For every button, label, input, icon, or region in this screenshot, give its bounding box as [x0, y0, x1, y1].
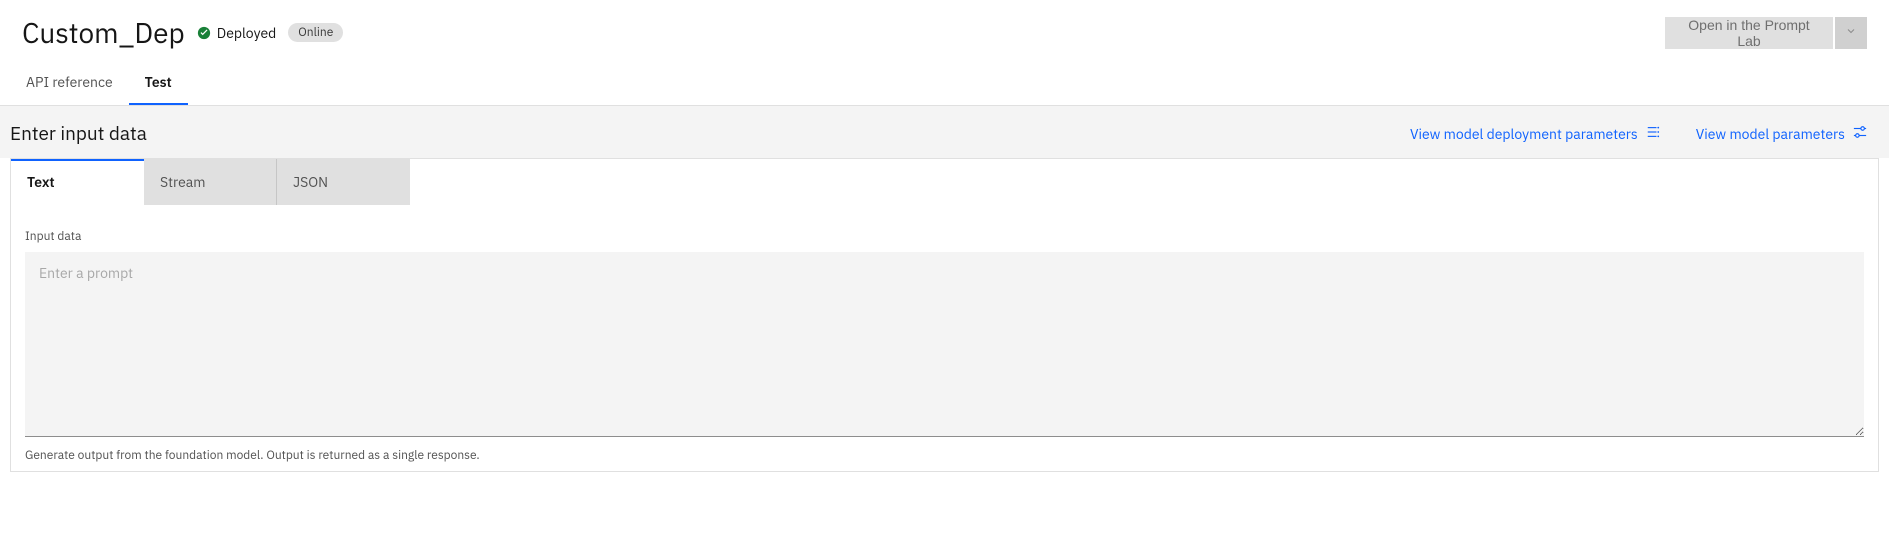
open-prompt-lab-button[interactable]: Open in the Prompt Lab: [1665, 17, 1833, 49]
header-left: Custom_Dep Deployed Online: [22, 14, 343, 51]
input-label: Input data: [25, 229, 1864, 244]
tab-api-reference[interactable]: API reference: [10, 61, 129, 105]
input-section: Input data Generate output from the foun…: [11, 205, 1878, 471]
view-model-params-link[interactable]: View model parameters: [1696, 125, 1867, 143]
status-badge: Deployed: [197, 24, 277, 42]
sub-tab-json[interactable]: JSON: [277, 159, 410, 205]
open-prompt-lab-dropdown[interactable]: [1835, 17, 1867, 49]
tab-test[interactable]: Test: [129, 61, 188, 105]
sub-tab-stream[interactable]: Stream: [144, 159, 277, 205]
sub-tab-text[interactable]: Text: [11, 159, 144, 205]
main-panel: Text Stream JSON Input data Generate out…: [10, 158, 1879, 472]
page-title: Custom_Dep: [22, 14, 185, 51]
list-icon: [1646, 125, 1660, 143]
prompt-input[interactable]: [25, 252, 1864, 437]
sub-header-title: Enter input data: [10, 122, 147, 146]
format-tabs: Text Stream JSON: [11, 159, 1878, 205]
online-badge: Online: [288, 23, 343, 42]
view-model-params-label: View model parameters: [1696, 125, 1845, 143]
chevron-down-icon: [1845, 25, 1857, 40]
settings-sliders-icon: [1853, 125, 1867, 143]
status-label: Deployed: [217, 24, 277, 42]
sub-header: Enter input data View model deployment p…: [0, 106, 1889, 158]
page-header: Custom_Dep Deployed Online Open in the P…: [0, 0, 1889, 61]
input-helper-text: Generate output from the foundation mode…: [25, 448, 1864, 463]
check-circle-icon: [197, 26, 211, 40]
sub-header-links: View model deployment parameters View mo…: [1410, 125, 1867, 143]
tabs-nav: API reference Test: [0, 61, 1889, 106]
view-deployment-params-link[interactable]: View model deployment parameters: [1410, 125, 1660, 143]
header-right: Open in the Prompt Lab: [1665, 17, 1867, 49]
view-deployment-params-label: View model deployment parameters: [1410, 125, 1638, 143]
